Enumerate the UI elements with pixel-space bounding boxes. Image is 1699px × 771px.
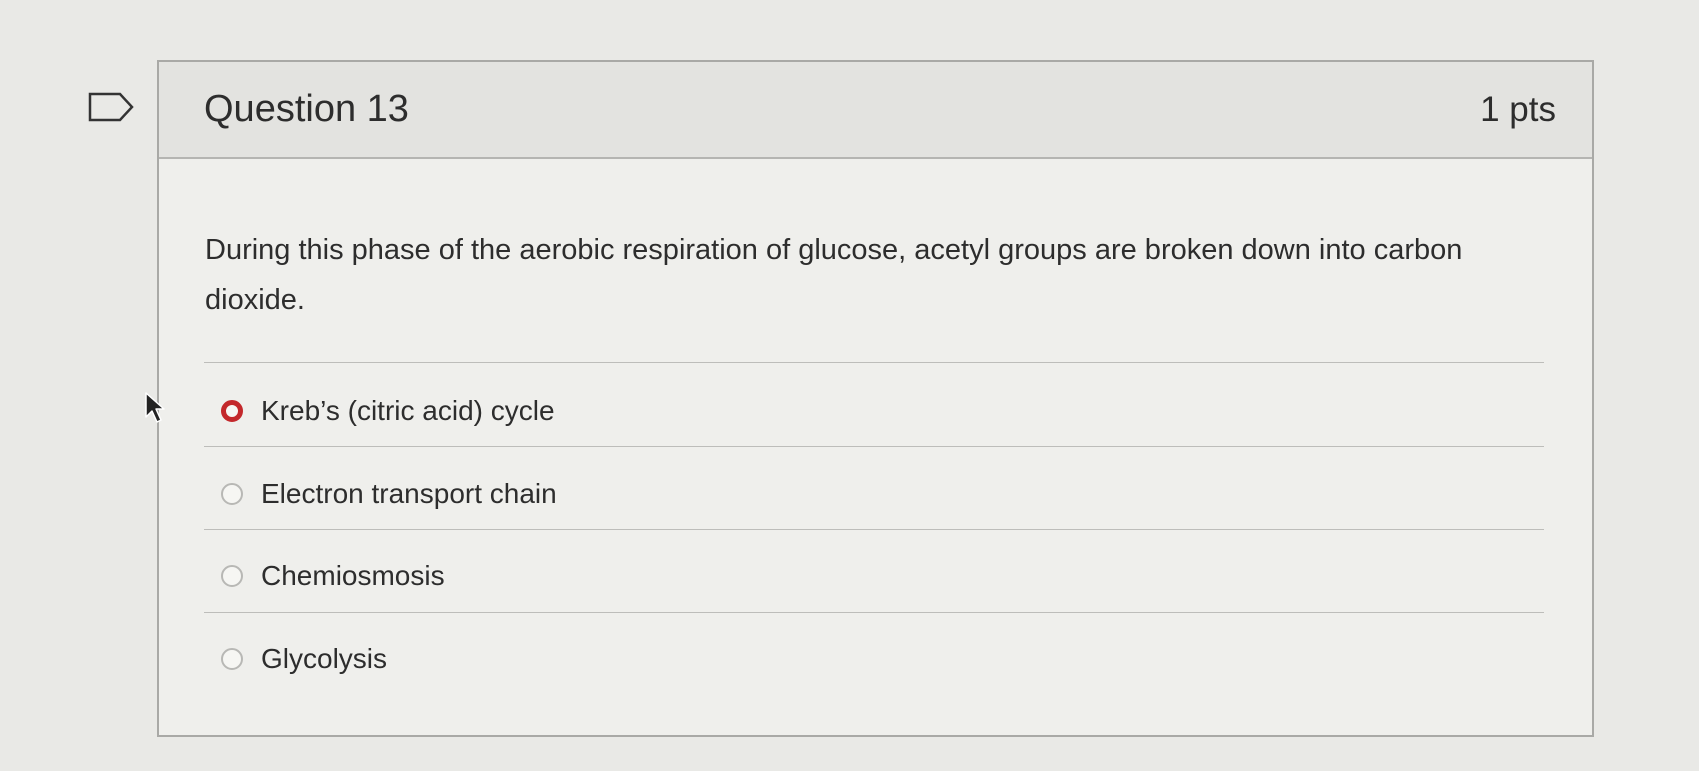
answer-option[interactable]: Electron transport chain [221,474,557,514]
question-header: Question 13 1 pts [159,62,1592,159]
bookmark-flag-icon[interactable] [88,92,136,122]
radio-unselected-icon[interactable] [221,483,243,505]
answer-option[interactable]: Chemiosmosis [221,556,445,596]
radio-unselected-icon[interactable] [221,648,243,670]
mouse-pointer-icon [145,392,165,423]
answer-divider [204,446,1544,447]
question-card: Question 13 1 pts During this phase of t… [157,60,1594,737]
question-points: 1 pts [1480,90,1556,129]
radio-selected-icon[interactable] [221,400,243,422]
answer-label: Glycolysis [261,643,388,674]
answer-option[interactable]: Kreb’s (citric acid) cycle [221,391,555,431]
radio-unselected-icon[interactable] [221,565,243,587]
answer-label: Electron transport chain [261,478,557,509]
answer-divider [204,529,1544,530]
answer-divider [204,612,1544,613]
answer-label: Chemiosmosis [261,560,445,591]
question-title: Question 13 [204,88,409,130]
question-text: During this phase of the aerobic respira… [205,234,1463,316]
answer-divider [204,362,1544,363]
answer-option[interactable]: Glycolysis [221,639,387,679]
answer-label: Kreb’s (citric acid) cycle [261,395,555,426]
